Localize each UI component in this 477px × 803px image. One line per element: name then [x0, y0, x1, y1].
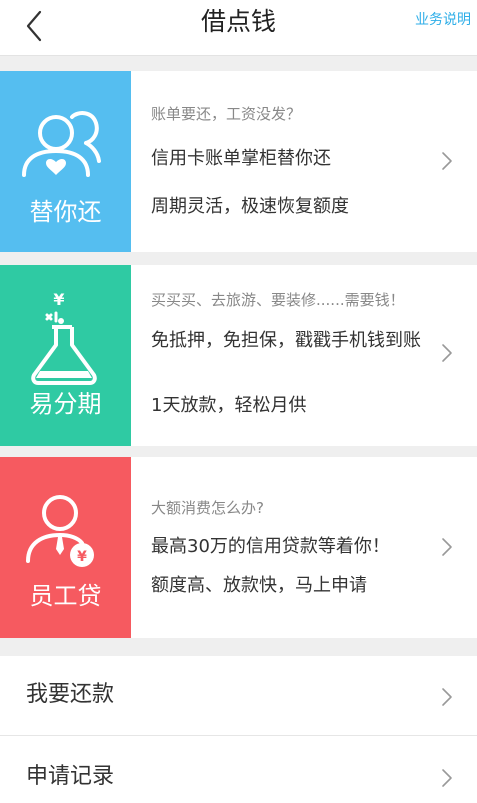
- menu-item-label: 申请记录: [26, 764, 115, 789]
- card-line: 周期灵活，极速恢复额度: [151, 196, 349, 217]
- chevron-left-icon: [26, 10, 42, 42]
- back-button[interactable]: [14, 6, 54, 46]
- chevron-right-icon: [442, 688, 452, 706]
- card-line: 1天放款，轻松月供: [151, 395, 307, 416]
- card-icon-panel: ¥ 员工贷: [0, 457, 131, 638]
- card-label: 员工贷: [29, 582, 102, 610]
- chevron-right-icon: [442, 344, 452, 362]
- card-label: 易分期: [29, 390, 102, 418]
- card-line: 额度高、放款快，马上申请: [151, 575, 367, 596]
- card-icon-panel: ¥ 易分期: [0, 265, 131, 446]
- menu-item-repay[interactable]: 我要还款: [0, 656, 477, 736]
- svg-text:¥: ¥: [77, 549, 87, 565]
- card-subtitle: 账单要还，工资没发？: [151, 105, 302, 123]
- page-title: 借点钱: [200, 7, 276, 36]
- help-link[interactable]: 业务说明: [415, 10, 471, 30]
- svg-text:¥: ¥: [53, 290, 64, 309]
- top-navbar: 借点钱 业务说明: [0, 0, 477, 56]
- product-card-installment[interactable]: ¥ 易分期 买买买、去旅游、要装修......需要钱！ 免抵押，免担保，戳戳手机…: [0, 265, 477, 446]
- card-label: 替你还: [29, 198, 102, 226]
- chevron-right-icon: [442, 769, 452, 787]
- chevron-right-icon: [442, 152, 452, 170]
- card-icon-panel: 替你还: [0, 71, 131, 252]
- card-line: 免抵押，免担保，戳戳手机钱到账: [151, 330, 421, 351]
- product-card-repay[interactable]: 替你还 账单要还，工资没发？ 信用卡账单掌柜替你还 周期灵活，极速恢复额度: [0, 71, 477, 252]
- card-line: 信用卡账单掌柜替你还: [151, 148, 331, 169]
- product-card-employee-loan[interactable]: ¥ 员工贷 大额消费怎么办? 最高30万的信用贷款等着你！ 额度高、放款快，马上…: [0, 457, 477, 638]
- card-line: 最高30万的信用贷款等着你！: [151, 536, 390, 557]
- menu-item-label: 我要还款: [26, 682, 115, 707]
- chevron-right-icon: [442, 538, 452, 556]
- card-subtitle: 大额消费怎么办?: [151, 499, 264, 517]
- card-subtitle: 买买买、去旅游、要装修......需要钱！: [151, 291, 405, 309]
- menu-item-records[interactable]: 申请记录: [0, 736, 477, 803]
